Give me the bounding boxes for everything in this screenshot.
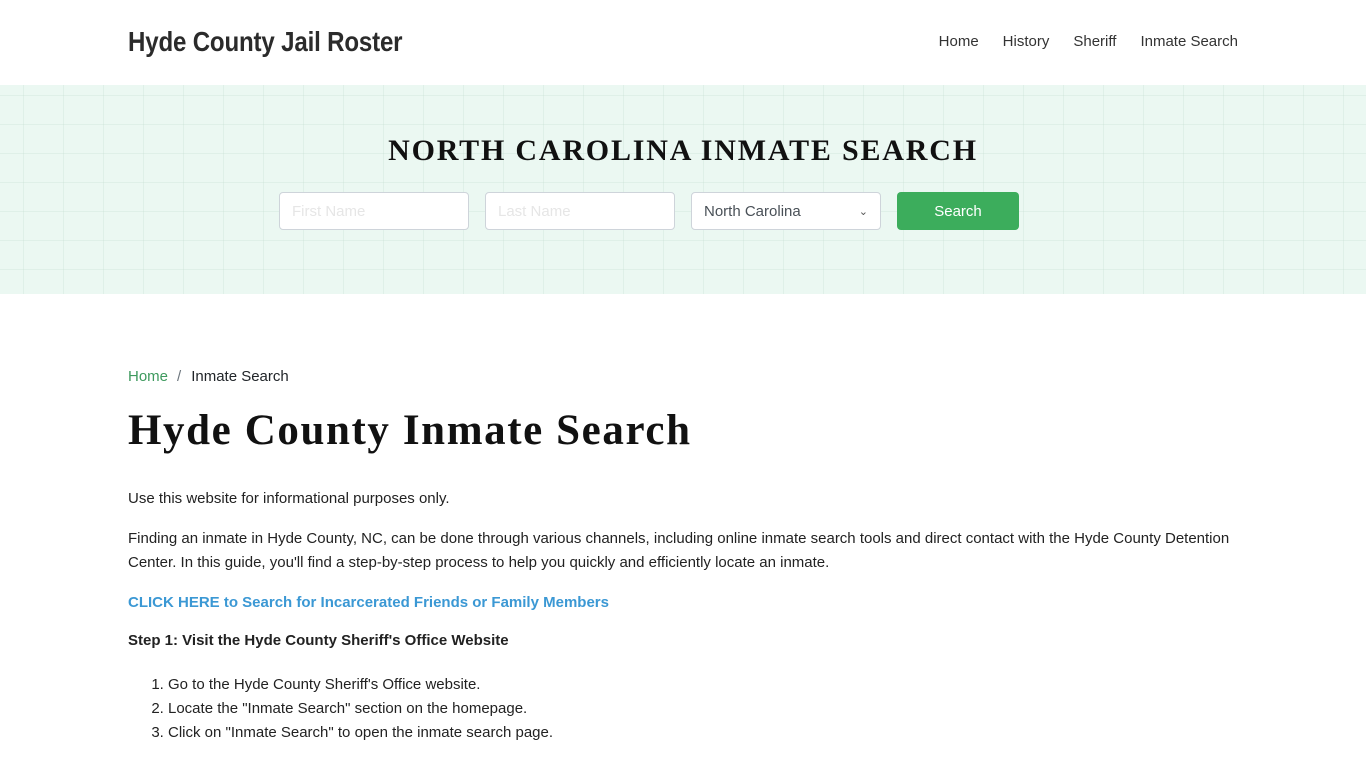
main-nav: Home History Sheriff Inmate Search — [915, 33, 1238, 50]
inmate-search-form: North Carolina ⌄ Search — [279, 192, 1019, 230]
nav-sheriff[interactable]: Sheriff — [1073, 33, 1116, 50]
last-name-input[interactable] — [485, 192, 675, 230]
list-item: Go to the Hyde County Sheriff's Office w… — [168, 673, 1238, 697]
site-header: Hyde County Jail Roster Home History She… — [0, 0, 1366, 85]
intro-text: Use this website for informational purpo… — [128, 490, 450, 508]
first-name-input[interactable] — [279, 192, 469, 230]
list-item: Locate the "Inmate Search" section on th… — [168, 697, 1238, 721]
breadcrumb-home-link[interactable]: Home — [128, 368, 168, 385]
breadcrumb: Home / Inmate Search — [128, 368, 1238, 385]
chevron-down-icon: ⌄ — [858, 205, 868, 218]
site-brand-link[interactable]: Hyde County Jail Roster — [128, 26, 403, 58]
state-select[interactable]: North Carolina ⌄ — [691, 192, 881, 230]
main-content: Home / Inmate Search Hyde County Inmate … — [128, 294, 1238, 745]
nav-inmate-search[interactable]: Inmate Search — [1140, 33, 1238, 50]
nav-history[interactable]: History — [1003, 33, 1050, 50]
state-select-value: North Carolina — [704, 202, 801, 220]
breadcrumb-separator: / — [177, 368, 182, 385]
page-title: Hyde County Inmate Search — [128, 407, 692, 454]
nav-home[interactable]: Home — [939, 33, 979, 50]
search-button[interactable]: Search — [897, 192, 1019, 230]
search-cta-link[interactable]: CLICK HERE to Search for Incarcerated Fr… — [128, 591, 1238, 615]
step1-heading: Step 1: Visit the Hyde County Sheriff's … — [128, 632, 509, 650]
list-item: Click on "Inmate Search" to open the inm… — [168, 721, 1238, 745]
overview-paragraph: Finding an inmate in Hyde County, NC, ca… — [128, 530, 1230, 572]
breadcrumb-current: Inmate Search — [191, 368, 289, 385]
step1-list: Go to the Hyde County Sheriff's Office w… — [128, 673, 1238, 745]
hero-title: NORTH CAROLINA INMATE SEARCH — [388, 134, 978, 167]
hero-search-section: NORTH CAROLINA INMATE SEARCH North Carol… — [0, 85, 1366, 294]
